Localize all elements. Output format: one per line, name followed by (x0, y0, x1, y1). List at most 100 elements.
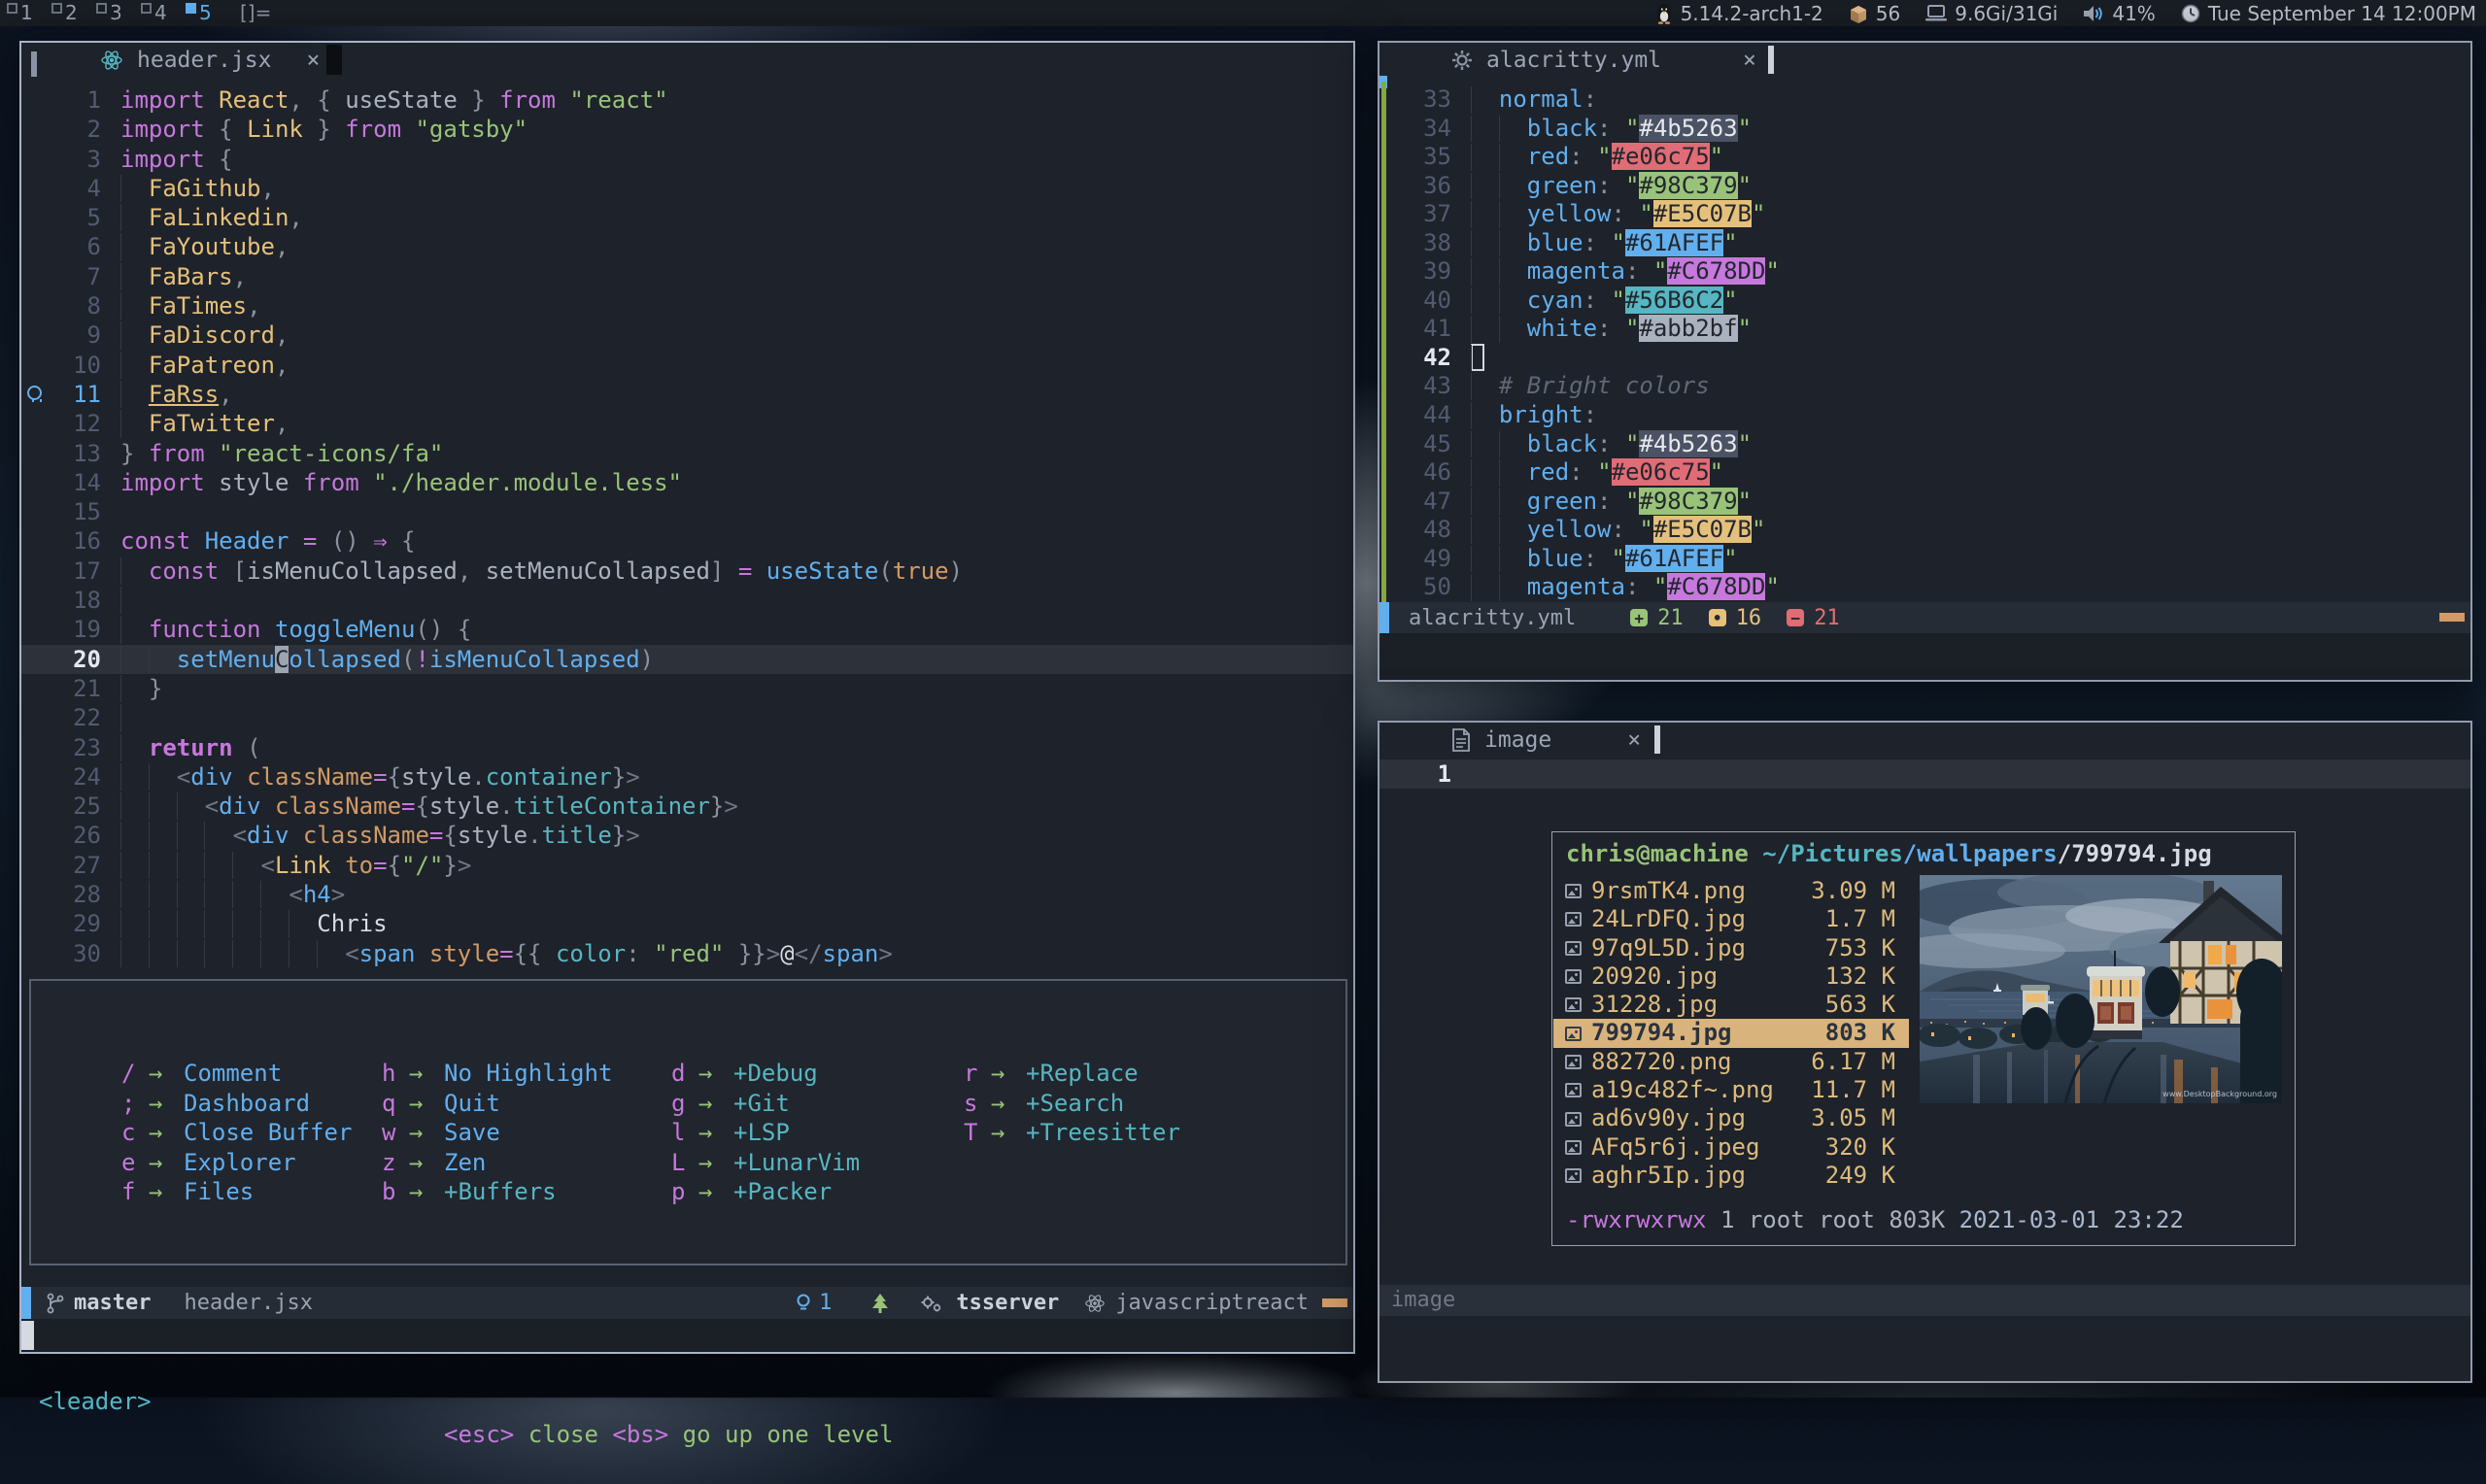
scrollbar-thumb[interactable] (1322, 1298, 1347, 1307)
file-row[interactable]: 882720.png6.17 M (1553, 1048, 1909, 1076)
code-line[interactable]: 29 Chris (21, 909, 1353, 938)
code-line[interactable]: 11 FaRss, (21, 380, 1353, 409)
code-line[interactable]: 20 setMenuCollapsed(!isMenuCollapsed) (21, 645, 1353, 674)
tab-alacritty-yml[interactable]: alacritty.yml × (1451, 45, 1756, 76)
layout-symbol[interactable]: []= (240, 1, 271, 25)
code-line[interactable]: 40 cyan: "#56B6C2" (1379, 287, 2470, 316)
tab-header-jsx[interactable]: header.jsx × (100, 45, 320, 76)
file-row[interactable]: 31228.jpg563 K (1553, 991, 1909, 1019)
code-line[interactable]: 34 black: "#4b5263" (1379, 115, 2470, 144)
whichkey-item[interactable]: /→Comment (121, 1059, 352, 1089)
file-row[interactable]: 97q9L5D.jpg753 K (1553, 934, 1909, 962)
workspace-5[interactable]: 5 (183, 0, 227, 26)
code-line[interactable]: 21 } (21, 674, 1353, 703)
code-line[interactable]: 45 black: "#4b5263" (1379, 430, 2470, 459)
whichkey-item[interactable]: g→+Git (671, 1089, 860, 1119)
workspace-3[interactable]: 3 (93, 0, 138, 26)
code-line[interactable]: 16const Header = () ⇒ { (21, 526, 1353, 556)
code-line[interactable]: 23 return ( (21, 733, 1353, 762)
whichkey-item[interactable]: e→Explorer (121, 1148, 352, 1178)
tab-close-icon[interactable]: × (306, 48, 320, 73)
code-line[interactable]: 33 normal: (1379, 85, 2470, 115)
code-line[interactable]: 4 FaGithub, (21, 174, 1353, 203)
workspace-2[interactable]: 2 (49, 0, 93, 26)
code-line[interactable]: 1 (1379, 759, 2470, 789)
code-line[interactable]: 25 <div className={style.titleContainer}… (21, 792, 1353, 821)
whichkey-item[interactable]: ;→Dashboard (121, 1089, 352, 1119)
code-line[interactable]: 44 bright: (1379, 401, 2470, 430)
code-line[interactable]: 7 FaBars, (21, 262, 1353, 291)
whichkey-item[interactable]: s→+Search (964, 1089, 1180, 1119)
terminal-buffer[interactable]: 1 (1379, 759, 2470, 789)
whichkey-item[interactable]: w→Save (382, 1118, 612, 1148)
file-row[interactable]: 9rsmTK4.png3.09 M (1553, 877, 1909, 905)
code-line[interactable]: 9 FaDiscord, (21, 320, 1353, 350)
code-line[interactable]: 13} from "react-icons/fa" (21, 439, 1353, 468)
whichkey-item[interactable]: L→+LunarVim (671, 1148, 860, 1178)
workspace-4[interactable]: 4 (138, 0, 183, 26)
tab-close-icon[interactable]: × (1743, 48, 1756, 73)
code-line[interactable]: 18 (21, 586, 1353, 615)
code-line[interactable]: 48 yellow: "#E5C07B" (1379, 516, 2470, 545)
code-line[interactable]: 36 green: "#98C379" (1379, 172, 2470, 201)
whichkey-item[interactable]: f→Files (121, 1177, 352, 1207)
lightbulb-icon (27, 386, 42, 400)
code-line[interactable]: 37 yellow: "#E5C07B" (1379, 200, 2470, 229)
line-number-gutter: 33 (1379, 85, 1451, 115)
code-line[interactable]: 5 FaLinkedin, (21, 203, 1353, 232)
line-number-gutter: 34 (1379, 115, 1451, 144)
whichkey-item[interactable]: b→+Buffers (382, 1177, 612, 1207)
code-line[interactable]: 17 const [isMenuCollapsed, setMenuCollap… (21, 556, 1353, 586)
file-row[interactable]: 20920.jpg132 K (1553, 962, 1909, 991)
file-row[interactable]: AFq5r6j.jpeg320 K (1553, 1133, 1909, 1162)
workspace-1[interactable]: 1 (4, 0, 49, 26)
file-row[interactable]: 799794.jpg803 K (1553, 1019, 1909, 1047)
code-line[interactable]: 14import style from "./header.module.les… (21, 468, 1353, 497)
tab-image[interactable]: image × (1451, 725, 1641, 756)
whichkey-item[interactable]: T→+Treesitter (964, 1118, 1180, 1148)
code-line[interactable]: 38 blue: "#61AFEF" (1379, 229, 2470, 258)
whichkey-item[interactable]: p→+Packer (671, 1177, 860, 1207)
code-line[interactable]: 39 magenta: "#C678DD" (1379, 257, 2470, 287)
code-line[interactable]: 12 FaTwitter, (21, 409, 1353, 438)
code-line[interactable]: 47 green: "#98C379" (1379, 488, 2470, 517)
code-line[interactable]: 22 (21, 703, 1353, 732)
whichkey-item[interactable]: c→Close Buffer (121, 1118, 352, 1148)
file-row[interactable]: 24LrDFQ.jpg1.7 M (1553, 905, 1909, 933)
code-line[interactable]: 46 red: "#e06c75" (1379, 458, 2470, 488)
code-line[interactable]: 42 (1379, 344, 2470, 373)
whichkey-item[interactable]: d→+Debug (671, 1059, 860, 1089)
file-row[interactable]: ad6v90y.jpg3.05 M (1553, 1104, 1909, 1132)
whichkey-item[interactable]: l→+LSP (671, 1118, 860, 1148)
code-line[interactable]: 28 <h4> (21, 880, 1353, 909)
file-row[interactable]: a19c482f~.png11.7 M (1553, 1076, 1909, 1104)
code-line[interactable]: 15 (21, 497, 1353, 526)
tab-close-icon[interactable]: × (1627, 727, 1641, 753)
whichkey-item[interactable]: z→Zen (382, 1148, 612, 1178)
code-line[interactable]: 30 <span style={{ color: "red" }}>@</spa… (21, 939, 1353, 968)
whichkey-item[interactable]: r→+Replace (964, 1059, 1180, 1089)
code-line[interactable]: 3import { (21, 145, 1353, 174)
file-row[interactable]: aghr5Ip.jpg249 K (1553, 1162, 1909, 1190)
code-line[interactable]: 49 blue: "#61AFEF" (1379, 545, 2470, 574)
code-line[interactable]: 41 white: "#abb2bf" (1379, 315, 2470, 344)
code-line[interactable]: 1import React, { useState } from "react" (21, 85, 1353, 115)
code-line[interactable]: 27 <Link to={"/"}> (21, 851, 1353, 880)
code-line[interactable]: 26 <div className={style.title}> (21, 821, 1353, 850)
code-line[interactable]: 2import { Link } from "gatsby" (21, 115, 1353, 144)
whichkey-item[interactable]: h→No Highlight (382, 1059, 612, 1089)
code-line[interactable]: 35 red: "#e06c75" (1379, 143, 2470, 172)
code-line[interactable]: 24 <div className={style.container}> (21, 762, 1353, 792)
code-line[interactable]: 43 # Bright colors (1379, 372, 2470, 401)
code-editor[interactable]: 1import React, { useState } from "react"… (21, 85, 1353, 968)
code-line[interactable]: 6 FaYoutube, (21, 232, 1353, 261)
code-line[interactable]: 50 magenta: "#C678DD" (1379, 573, 2470, 602)
scrollbar-thumb[interactable] (2439, 613, 2465, 622)
memory-usage: 9.6Gi/31Gi (1955, 2, 2058, 25)
code-line[interactable]: 8 FaTimes, (21, 291, 1353, 320)
code-editor[interactable]: 33 normal:34 black: "#4b5263"35 red: "#e… (1379, 85, 2470, 602)
ranger-file-list[interactable]: 9rsmTK4.png3.09 M24LrDFQ.jpg1.7 M97q9L5D… (1553, 877, 1909, 1190)
code-line[interactable]: 10 FaPatreon, (21, 351, 1353, 380)
whichkey-item[interactable]: q→Quit (382, 1089, 612, 1119)
code-line[interactable]: 19 function toggleMenu() { (21, 615, 1353, 644)
